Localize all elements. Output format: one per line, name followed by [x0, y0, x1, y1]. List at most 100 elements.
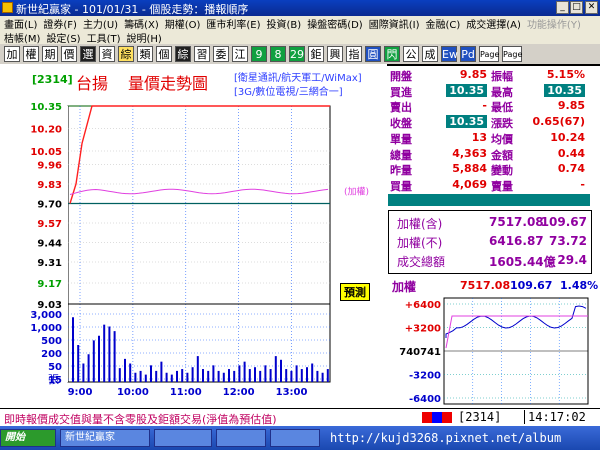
volume-bar [92, 340, 95, 382]
volume-bar [139, 370, 142, 382]
menu-item-7[interactable]: 操盤密碼(D) [307, 16, 363, 31]
volume-bar [217, 370, 220, 382]
toolbar-button-25[interactable]: Page Up [479, 46, 499, 75]
toolbar-button-21[interactable]: 公 [403, 46, 419, 62]
volume-bar [170, 374, 173, 382]
volume-bar [300, 369, 303, 382]
y-tick-label: 9.96 [37, 161, 62, 172]
toolbar-button-12[interactable]: 江 [232, 46, 248, 62]
menu-bar-1: 畫面(L) 證券(F) 主力(U) 籌碼(X) 期權(O) 匯市利率(E) 投資(B) 操盤密… [0, 16, 600, 31]
volume-bar [108, 326, 111, 382]
quote-label-2: 均價 [491, 132, 513, 146]
status-bar: 即時報價成交值與量不含零股及鉅額交易(淨值為預估值) [2314] 14:17:… [0, 408, 600, 427]
quote-label-2: 漲跌 [491, 117, 513, 131]
volume-unit: 張 [48, 373, 59, 386]
toolbar-button-5[interactable]: 資 [99, 46, 115, 62]
toolbar-button-0[interactable]: 加 [4, 46, 20, 62]
volume-bar [144, 374, 147, 382]
menu-item-4[interactable]: 期權(O) [165, 16, 201, 31]
toolbar-button-18[interactable]: 指 [346, 46, 362, 62]
menu-item-0[interactable]: 畫面(L) [4, 16, 37, 31]
menu-item-8[interactable]: 國際資訊(I) [369, 16, 420, 31]
toolbar-button-15[interactable]: 29 [289, 46, 305, 62]
volume-bar [274, 356, 277, 382]
volume-bar [186, 372, 189, 382]
toolbar-button-23[interactable]: Ew [441, 46, 458, 62]
quote-label-2: 變動 [491, 164, 513, 178]
mini-y-label: 740741 [399, 347, 441, 358]
maximize-button[interactable]: □ [570, 1, 583, 14]
menu-item-5[interactable]: 匯市利率(E) [206, 16, 260, 31]
volume-bar [77, 345, 80, 382]
quote-label-2: 金額 [491, 148, 513, 162]
task-item-2[interactable] [154, 429, 212, 447]
toolbar-button-14[interactable]: 8 [270, 46, 286, 62]
toolbar-button-22[interactable]: 成 [422, 46, 438, 62]
toolbar-button-8[interactable]: 個 [156, 46, 172, 62]
menu-item-9[interactable]: 金融(C) [425, 16, 460, 31]
toolbar-button-4[interactable]: 選 [80, 46, 96, 62]
menu-item-11[interactable]: 功能操作(Y) [527, 16, 581, 31]
menu-bar-2: 桔帳(M) 設定(S) 工具(T) 說明(H) [0, 30, 600, 45]
task-item-1[interactable]: 新世紀贏家 [60, 429, 150, 447]
toolbar-button-1[interactable]: 權 [23, 46, 39, 62]
quote-label: 昨量 [390, 164, 412, 178]
volume-tick-label: 200 [41, 349, 62, 360]
watermark-url: http://kujd3268.pixnet.net/album [330, 431, 562, 445]
toolbar-button-6[interactable]: 綜 [118, 46, 134, 62]
quote-value: - [482, 99, 487, 113]
quote-label-2: 振幅 [491, 70, 513, 83]
close-button[interactable]: ✕ [585, 1, 598, 14]
volume-bar [321, 372, 324, 382]
start-button[interactable]: 開始 [0, 429, 56, 447]
toolbar-button-11[interactable]: 委 [213, 46, 229, 62]
toolbar-button-20[interactable]: 閃 [384, 46, 400, 62]
toolbar-button-2[interactable]: 期 [42, 46, 58, 62]
quote-row: 單量 13 均價 10.24 [388, 131, 600, 146]
quote-label-2: 最低 [491, 101, 513, 115]
y-tick-label: 9.57 [37, 219, 62, 230]
quote-value: 4,363 [452, 146, 487, 160]
toolbar-button-24[interactable]: Pd [460, 46, 476, 62]
quote-value-2: 0.65(67) [532, 115, 585, 129]
menu-item-2[interactable]: 主力(U) [83, 16, 118, 31]
color-indicator [422, 412, 452, 423]
toolbar-button-13[interactable]: 9 [251, 46, 267, 62]
menu-item-1[interactable]: 證券(F) [43, 16, 77, 31]
volume-bar [165, 372, 168, 382]
toolbar-button-26[interactable]: Page Dn [502, 46, 522, 75]
toolbar-button-16[interactable]: 鉅 [308, 46, 324, 62]
toolbar-button-10[interactable]: 習 [194, 46, 210, 62]
minimize-button[interactable]: _ [556, 1, 569, 14]
volume-bar [295, 365, 298, 382]
task-item-3[interactable] [216, 429, 266, 447]
menu-item-2-2[interactable]: 工具(T) [87, 30, 121, 45]
volume-bar [212, 365, 215, 382]
task-item-4[interactable] [270, 429, 320, 447]
index-change: 109.67 [540, 215, 587, 229]
menu-item-10[interactable]: 成交選擇(A) [466, 16, 521, 31]
mini-y-label: -6400 [409, 394, 441, 405]
volume-bar [254, 367, 256, 382]
volume-bar [196, 356, 199, 382]
index-value: 1605.44億 [489, 255, 556, 269]
toolbar-button-7[interactable]: 類 [137, 46, 153, 62]
y-tick-label: 10.35 [30, 102, 62, 113]
volume-bar [326, 369, 329, 382]
toolbar-button-19[interactable]: 圓 [365, 46, 381, 62]
menu-item-2-0[interactable]: 桔帳(M) [4, 30, 40, 45]
menu-item-2-3[interactable]: 說明(H) [127, 30, 162, 45]
status-code-wrap[interactable]: [2314] [458, 410, 501, 424]
volume-bar [233, 370, 236, 382]
menu-item-3[interactable]: 籌碼(X) [124, 16, 159, 31]
volume-bar [207, 370, 210, 382]
quote-label: 開盤 [390, 70, 412, 83]
menu-item-6[interactable]: 投資(B) [267, 16, 302, 31]
index-row: 加權(含) 7517.08 109.67 [389, 215, 591, 235]
volume-bar [290, 370, 293, 382]
toolbar-button-9[interactable]: 綜 [175, 46, 191, 62]
toolbar-button-17[interactable]: 興 [327, 46, 343, 62]
forecast-badge[interactable]: 預測 [340, 283, 370, 301]
menu-item-2-1[interactable]: 設定(S) [46, 30, 80, 45]
toolbar-button-3[interactable]: 價 [61, 46, 77, 62]
